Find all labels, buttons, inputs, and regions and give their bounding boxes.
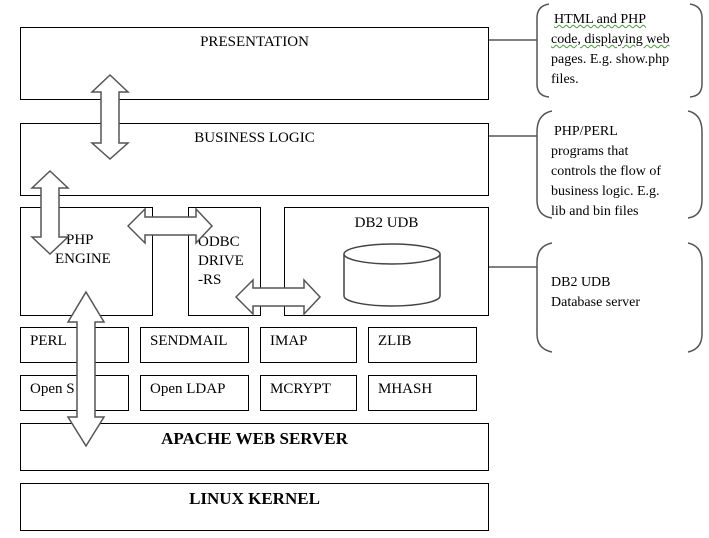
- callout-1-line-3: pages. E.g. show.php: [551, 52, 670, 67]
- callout-1-line-4: files.: [551, 72, 579, 87]
- arrow-php-apache: [66, 290, 106, 448]
- callout-3-line-2: Database server: [551, 295, 641, 310]
- callout-business: PHP/PERL programs that controls the flow…: [551, 122, 661, 222]
- callout-1-line-1: HTML and PHP: [554, 12, 647, 27]
- callout-2-line-2: programs that: [551, 144, 629, 159]
- arrow-php-odbc: [126, 207, 214, 245]
- callout-bracket-3-right: [687, 242, 703, 353]
- callout-bracket-2-right: [687, 110, 703, 219]
- callout-presentation: HTML and PHP code, displaying web pages.…: [551, 10, 670, 90]
- callout-2-line-3: controls the flow of: [551, 164, 662, 179]
- callout-2-line-4: business logic. E.g.: [551, 184, 660, 199]
- arrow-odbc-db2: [234, 278, 322, 316]
- callout-1-line-2: code, displaying web: [551, 32, 670, 47]
- callout-bracket-2-left: [536, 110, 553, 219]
- callout-2-line-1: PHP/PERL: [554, 124, 618, 139]
- callout-bracket-1-right: [689, 3, 703, 98]
- callout-bracket-3-left: [536, 242, 553, 353]
- arrow-presentation-business: [90, 73, 130, 161]
- callout-db2: DB2 UDB Database server: [551, 273, 640, 313]
- callout-bracket-1-left: [536, 3, 550, 98]
- database-cylinder-icon: [343, 243, 441, 307]
- callout-3-line-1: DB2 UDB: [551, 275, 611, 290]
- arrow-business-php: [30, 169, 70, 256]
- callout-2-line-5: lib and bin files: [551, 204, 639, 219]
